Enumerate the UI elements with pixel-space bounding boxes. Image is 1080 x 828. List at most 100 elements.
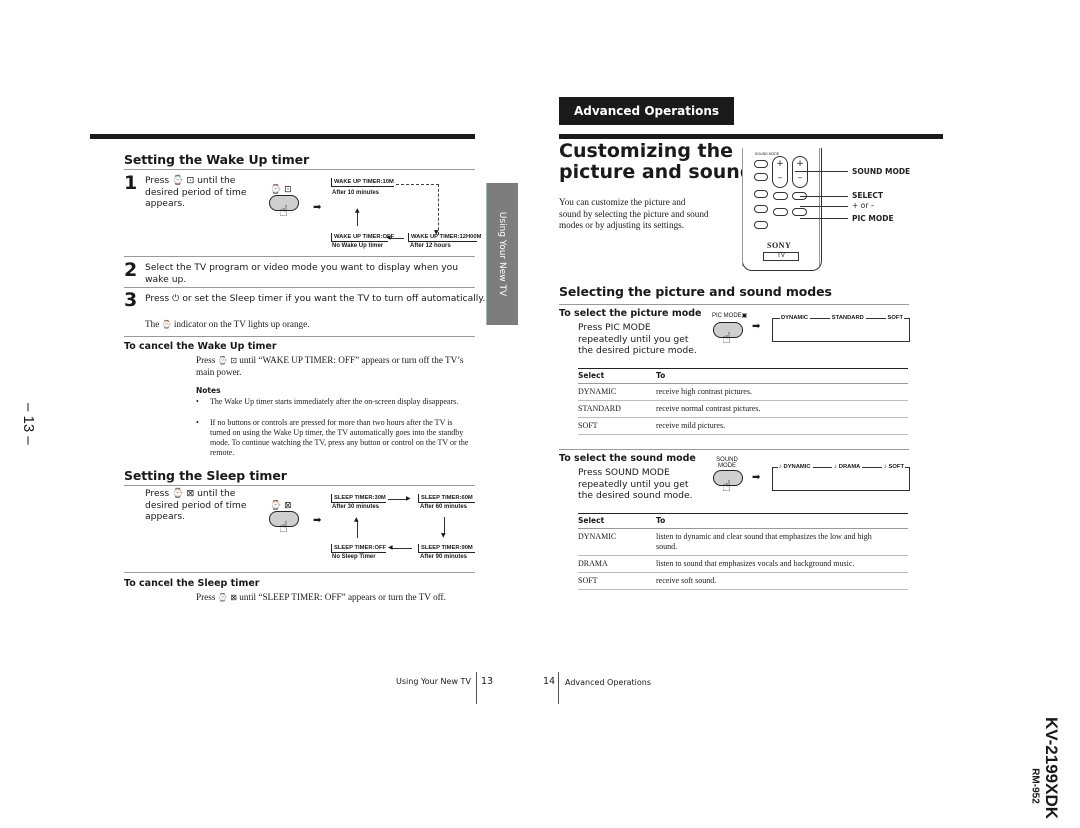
osd-wake-12h: WAKE UP TIMER:12H00M — [408, 233, 481, 242]
cycle-item: ♪ DRAMA — [833, 464, 862, 470]
remote-vol-rocker[interactable]: + – — [772, 156, 788, 188]
left-page-top-rule — [90, 134, 475, 139]
model-number: KV-2199XDK — [1042, 716, 1061, 820]
osd-sleep-off: SLEEP TIMER:OFF — [331, 544, 386, 553]
remote-button — [754, 173, 768, 181]
arrow-left-icon: ◀ — [388, 544, 393, 551]
osd-caption: After 30 minutes — [332, 504, 380, 510]
modes-heading: Selecting the picture and sound modes — [559, 284, 832, 299]
side-tab-using-your-new-tv: Using Your New TV — [486, 183, 518, 325]
remote-plus-button[interactable] — [773, 192, 788, 200]
sleep-timer-icon: ⌚ ⊠ — [172, 488, 195, 499]
callout-line — [800, 196, 848, 197]
sound-mode-text: Press SOUND MODE repeatedly until you ge… — [578, 467, 693, 501]
osd-wake-off: WAKE UP TIMER:OFF — [331, 233, 394, 242]
indicator-note: The ⌚ indicator on the TV lights up oran… — [145, 319, 310, 329]
cancel-sleep-text: Press ⌚ ⊠ until “SLEEP TIMER: OFF” appea… — [196, 592, 446, 602]
arrow-left-line — [390, 238, 404, 239]
arrow-up-line — [357, 212, 358, 226]
callout-pic-mode: PIC MODE — [852, 214, 894, 223]
step-number: 2 — [124, 259, 138, 281]
osd-caption: No Wake Up timer — [332, 243, 384, 249]
picture-mode-heading: To select the picture mode — [559, 308, 702, 319]
intro-text: You can customize the picture and sound … — [559, 197, 709, 230]
divider — [124, 256, 475, 257]
arrow-right-line — [388, 499, 408, 500]
callout-select: SELECT — [852, 191, 884, 200]
footer-section-right: Advanced Operations — [565, 678, 652, 687]
timer-indicator-icon: ⌚ — [161, 320, 172, 329]
sound-mode-table: Select To DYNAMIC listen to dynamic and … — [578, 513, 908, 590]
timer-icon: ⌚ ⊡ — [217, 356, 237, 365]
arrow-left-line — [392, 548, 412, 549]
page-title: Customizing the picture and sound — [559, 140, 754, 183]
sleep-timer-icon: ⌚ ⊠ — [217, 593, 237, 602]
sound-mode-cycle: ♪ DYNAMIC ♪ DRAMA ♪ SOFT — [772, 464, 910, 491]
callout-line — [800, 218, 848, 219]
remote-prog-rocker[interactable]: + – — [792, 156, 808, 188]
sony-logo: SONY — [767, 241, 792, 250]
timer-wake-icon: ⌚ ⊡ — [270, 185, 292, 195]
osd-sleep-60m: SLEEP TIMER:60M — [418, 494, 475, 503]
divider — [124, 485, 475, 486]
tv-label: TV — [763, 252, 799, 261]
arrow-left-icon: ◀ — [386, 234, 391, 241]
step-2-text: Select the TV program or video mode you … — [145, 262, 459, 285]
cycle-item: ♪ DYNAMIC — [778, 464, 812, 470]
page-number-left: 13 — [481, 676, 494, 687]
table-row: DRAMA listen to sound that emphasizes vo… — [578, 555, 908, 573]
cycle-item: SOFT — [886, 315, 905, 321]
callout-sound-mode: SOUND MODE — [852, 167, 911, 176]
remote-model-number: RM-952 — [1029, 768, 1041, 804]
arrow-right-icon: ➡ — [313, 202, 322, 213]
right-page-top-rule — [559, 134, 943, 139]
arrow-right-small-icon: ▶ — [406, 495, 411, 502]
cancel-sleep-heading: To cancel the Sleep timer — [124, 578, 260, 589]
remote-button — [754, 205, 768, 213]
osd-wake-10m: WAKE UP TIMER:10M — [331, 178, 394, 187]
step-number: 3 — [124, 289, 138, 311]
note-item: • The Wake Up timer starts immediately a… — [196, 397, 459, 406]
divider — [124, 572, 475, 573]
sound-mode-heading: To select the sound mode — [559, 453, 696, 464]
table-row: SOFT receive mild pictures. — [578, 417, 908, 435]
sleep-heading: Setting the Sleep timer — [124, 468, 287, 483]
picture-mode-text: Press PIC MODE repeatedly until you get … — [578, 322, 697, 356]
footer-divider — [558, 672, 559, 704]
picture-mode-cycle: DYNAMIC STANDARD SOFT — [772, 315, 911, 342]
osd-sleep-30m: SLEEP TIMER:30M — [331, 494, 386, 503]
note-item: • If no buttons or controls are pressed … — [196, 418, 469, 457]
osd-caption: After 60 minutes — [420, 504, 468, 510]
wake-up-heading: Setting the Wake Up timer — [124, 152, 310, 167]
arrow-right-icon: ➡ — [752, 472, 761, 483]
pointing-hand-icon: ☝ — [279, 518, 289, 536]
cancel-wake-up-heading: To cancel the Wake Up timer — [124, 341, 277, 352]
osd-caption: No Sleep Timer — [332, 554, 376, 560]
osd-caption: After 12 hours — [410, 243, 451, 249]
pointing-hand-icon: ☝ — [722, 477, 732, 495]
step-number: 1 — [124, 172, 138, 194]
sleep-step-text: Press ⌚ ⊠ until the desired period of ti… — [145, 488, 247, 522]
cycle-item: DYNAMIC — [780, 315, 810, 321]
divider — [124, 169, 475, 170]
osd-caption: After 90 minutes — [420, 554, 468, 560]
remote-pic-mode-button[interactable] — [792, 208, 807, 216]
remote-minus-button[interactable] — [773, 208, 788, 216]
divider — [559, 449, 909, 450]
table-header-row: Select To — [578, 513, 908, 529]
osd-sleep-90m: SLEEP TIMER:90M — [418, 544, 475, 553]
table-header-row: Select To — [578, 368, 908, 384]
divider — [124, 287, 475, 288]
sound-mode-label: SOUND MODE — [755, 152, 780, 156]
arrow-right-icon: ➡ — [313, 515, 322, 526]
notes-heading: Notes — [196, 386, 221, 395]
table-row: SOFT receive soft sound. — [578, 572, 908, 590]
remote-button — [754, 221, 768, 229]
remote-button — [754, 190, 768, 198]
remote-sound-mode-button[interactable] — [754, 160, 768, 168]
callout-line — [800, 206, 848, 207]
dashed-connector — [396, 184, 439, 235]
pointing-hand-icon: ☝ — [279, 202, 289, 220]
divider — [559, 304, 909, 305]
arrow-down-icon: ▼ — [441, 532, 446, 539]
